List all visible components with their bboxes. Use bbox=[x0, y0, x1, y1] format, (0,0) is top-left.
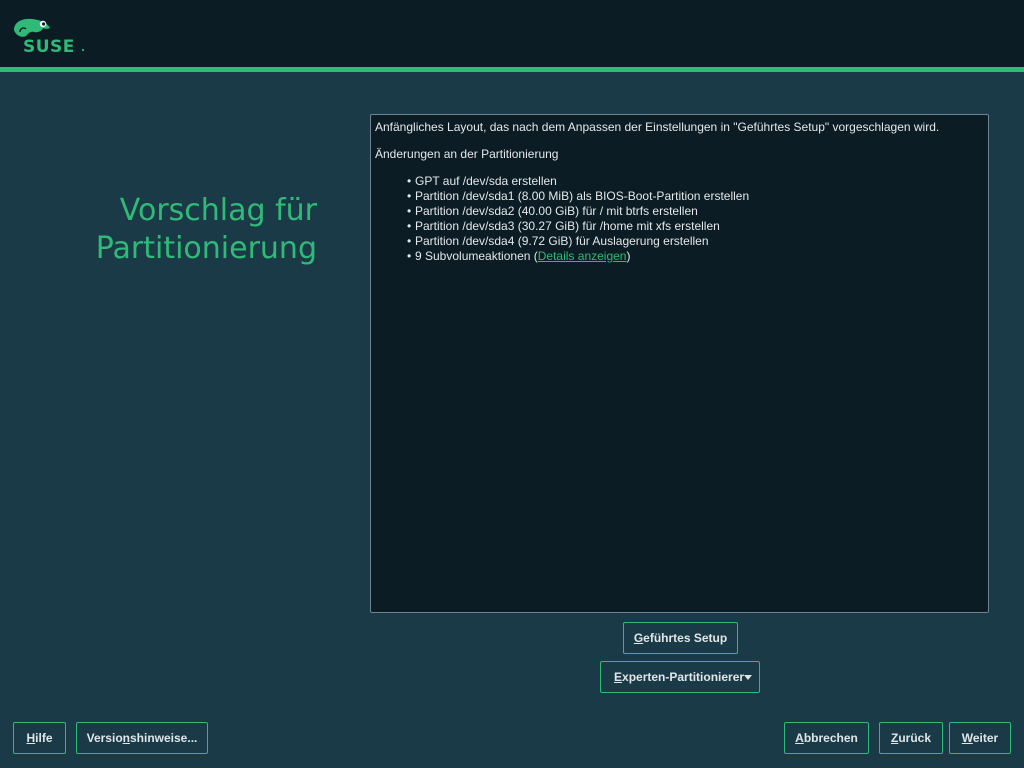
proposal-summary-panel: Anfängliches Layout, das nach dem Anpass… bbox=[370, 114, 989, 613]
release-notes-button[interactable]: Versionshinweise... bbox=[76, 722, 208, 754]
subvolume-text: 9 Subvolumeaktionen ( bbox=[415, 249, 538, 263]
changes-heading: Änderungen an der Partitionierung bbox=[375, 147, 559, 161]
suse-logo: SUSE bbox=[12, 16, 88, 56]
subvolume-text-end: ) bbox=[626, 249, 631, 263]
help-button[interactable]: Hilfe bbox=[13, 722, 66, 754]
accent-divider bbox=[0, 67, 1024, 72]
list-item: Partition /dev/sda3 (30.27 GiB) für /hom… bbox=[407, 219, 984, 234]
show-details-link[interactable]: Details anzeigen bbox=[538, 249, 627, 263]
back-button[interactable]: Zurück bbox=[879, 722, 943, 754]
chameleon-logo-icon: SUSE bbox=[14, 18, 85, 56]
list-item: GPT auf /dev/sda erstellen bbox=[407, 174, 984, 189]
next-button[interactable]: Weiter bbox=[949, 722, 1011, 754]
page-title-line-1: Vorschlag für bbox=[119, 193, 317, 228]
top-bar: SUSE bbox=[0, 0, 1024, 67]
expert-partitioner-dropdown-button[interactable]: Experten-Partitionierer bbox=[600, 661, 760, 693]
svg-text:SUSE: SUSE bbox=[23, 37, 75, 56]
list-item: Partition /dev/sda2 (40.00 GiB) für / mi… bbox=[407, 204, 984, 219]
guided-setup-button[interactable]: Geführtes Setup bbox=[623, 622, 738, 654]
abort-button[interactable]: Abbrechen bbox=[784, 722, 869, 754]
proposal-intro: Anfängliches Layout, das nach dem Anpass… bbox=[375, 120, 940, 134]
caret-down-icon bbox=[744, 675, 752, 680]
changes-list: GPT auf /dev/sda erstellen Partition /de… bbox=[375, 174, 984, 264]
list-item: Partition /dev/sda4 (9.72 GiB) für Ausla… bbox=[407, 234, 984, 249]
list-item-subvolumes: 9 Subvolumeaktionen (Details anzeigen) bbox=[407, 249, 984, 264]
page-title: Vorschlag für Partitionierung bbox=[60, 192, 317, 268]
page-title-line-2: Partitionierung bbox=[95, 231, 317, 266]
list-item: Partition /dev/sda1 (8.00 MiB) als BIOS-… bbox=[407, 189, 984, 204]
